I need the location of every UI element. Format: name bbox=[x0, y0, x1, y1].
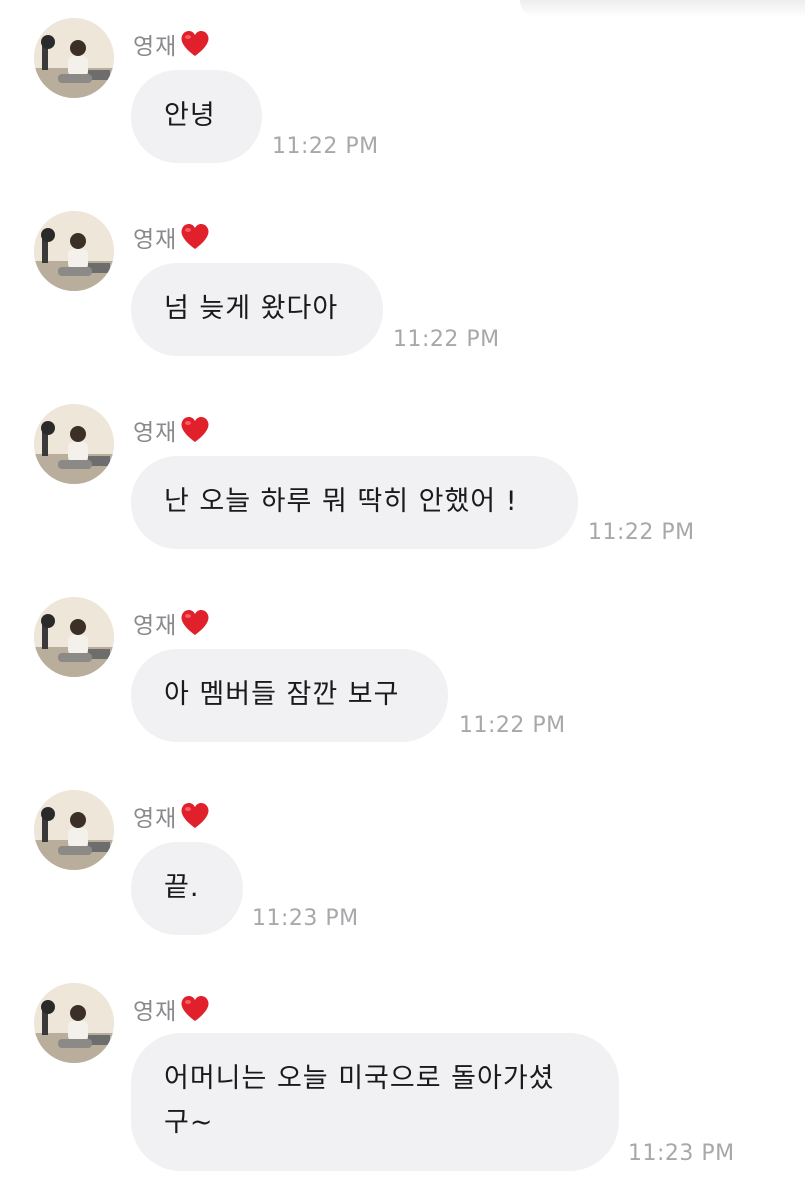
profile-photo-icon bbox=[34, 18, 114, 98]
sender-label: 영재 bbox=[133, 24, 211, 64]
message-text: 아 멤버들 잠깐 보구 bbox=[164, 679, 400, 710]
sender-name: 영재 bbox=[133, 999, 178, 1025]
avatar[interactable] bbox=[34, 404, 114, 484]
message-timestamp: 11:23 PM bbox=[252, 906, 359, 931]
sender-name: 영재 bbox=[133, 420, 178, 446]
message-text: 끝. bbox=[164, 872, 200, 903]
message-timestamp: 11:22 PM bbox=[272, 134, 379, 159]
sender-label: 영재 bbox=[133, 603, 211, 643]
sender-label: 영재 bbox=[133, 217, 211, 257]
heart-icon bbox=[181, 609, 209, 635]
chat-thread: 영재 안녕 11:22 PM 영재 넘 늦게 왔다아 11:22 PM 영재 난… bbox=[0, 0, 805, 1200]
sender-name: 영재 bbox=[133, 34, 178, 60]
message-bubble[interactable]: 어머니는 오늘 미국으로 돌아가셨 구~ bbox=[131, 1033, 619, 1171]
sender-label: 영재 bbox=[133, 410, 211, 450]
sender-label: 영재 bbox=[133, 796, 211, 836]
message-bubble[interactable]: 끝. bbox=[131, 842, 243, 935]
message-bubble[interactable]: 안녕 bbox=[131, 70, 262, 163]
profile-photo-icon bbox=[34, 983, 114, 1063]
sender-name: 영재 bbox=[133, 227, 178, 253]
sender-name: 영재 bbox=[133, 613, 178, 639]
profile-photo-icon bbox=[34, 404, 114, 484]
profile-photo-icon bbox=[34, 211, 114, 291]
message-timestamp: 11:23 PM bbox=[628, 1141, 735, 1166]
message-text: 난 오늘 하루 뭐 딱히 안했어 ! bbox=[164, 486, 518, 517]
heart-icon bbox=[181, 995, 209, 1021]
message-text-line: 구~ bbox=[164, 1107, 214, 1138]
heart-icon bbox=[181, 30, 209, 56]
avatar[interactable] bbox=[34, 18, 114, 98]
sender-name: 영재 bbox=[133, 806, 178, 832]
avatar[interactable] bbox=[34, 211, 114, 291]
heart-icon bbox=[181, 802, 209, 828]
message-timestamp: 11:22 PM bbox=[393, 327, 500, 352]
heart-icon bbox=[181, 416, 209, 442]
message-text-line: 어머니는 오늘 미국으로 돌아가셨 bbox=[164, 1063, 555, 1094]
message-text: 넘 늦게 왔다아 bbox=[164, 293, 339, 324]
message-timestamp: 11:22 PM bbox=[588, 520, 695, 545]
avatar[interactable] bbox=[34, 790, 114, 870]
sender-label: 영재 bbox=[133, 989, 211, 1029]
profile-photo-icon bbox=[34, 790, 114, 870]
avatar[interactable] bbox=[34, 983, 114, 1063]
message-bubble[interactable]: 난 오늘 하루 뭐 딱히 안했어 ! bbox=[131, 456, 578, 549]
message-timestamp: 11:22 PM bbox=[459, 713, 566, 738]
message-bubble[interactable]: 아 멤버들 잠깐 보구 bbox=[131, 649, 448, 742]
message-text: 안녕 bbox=[164, 100, 216, 131]
message-bubble[interactable]: 넘 늦게 왔다아 bbox=[131, 263, 383, 356]
profile-photo-icon bbox=[34, 597, 114, 677]
avatar[interactable] bbox=[34, 597, 114, 677]
heart-icon bbox=[181, 223, 209, 249]
